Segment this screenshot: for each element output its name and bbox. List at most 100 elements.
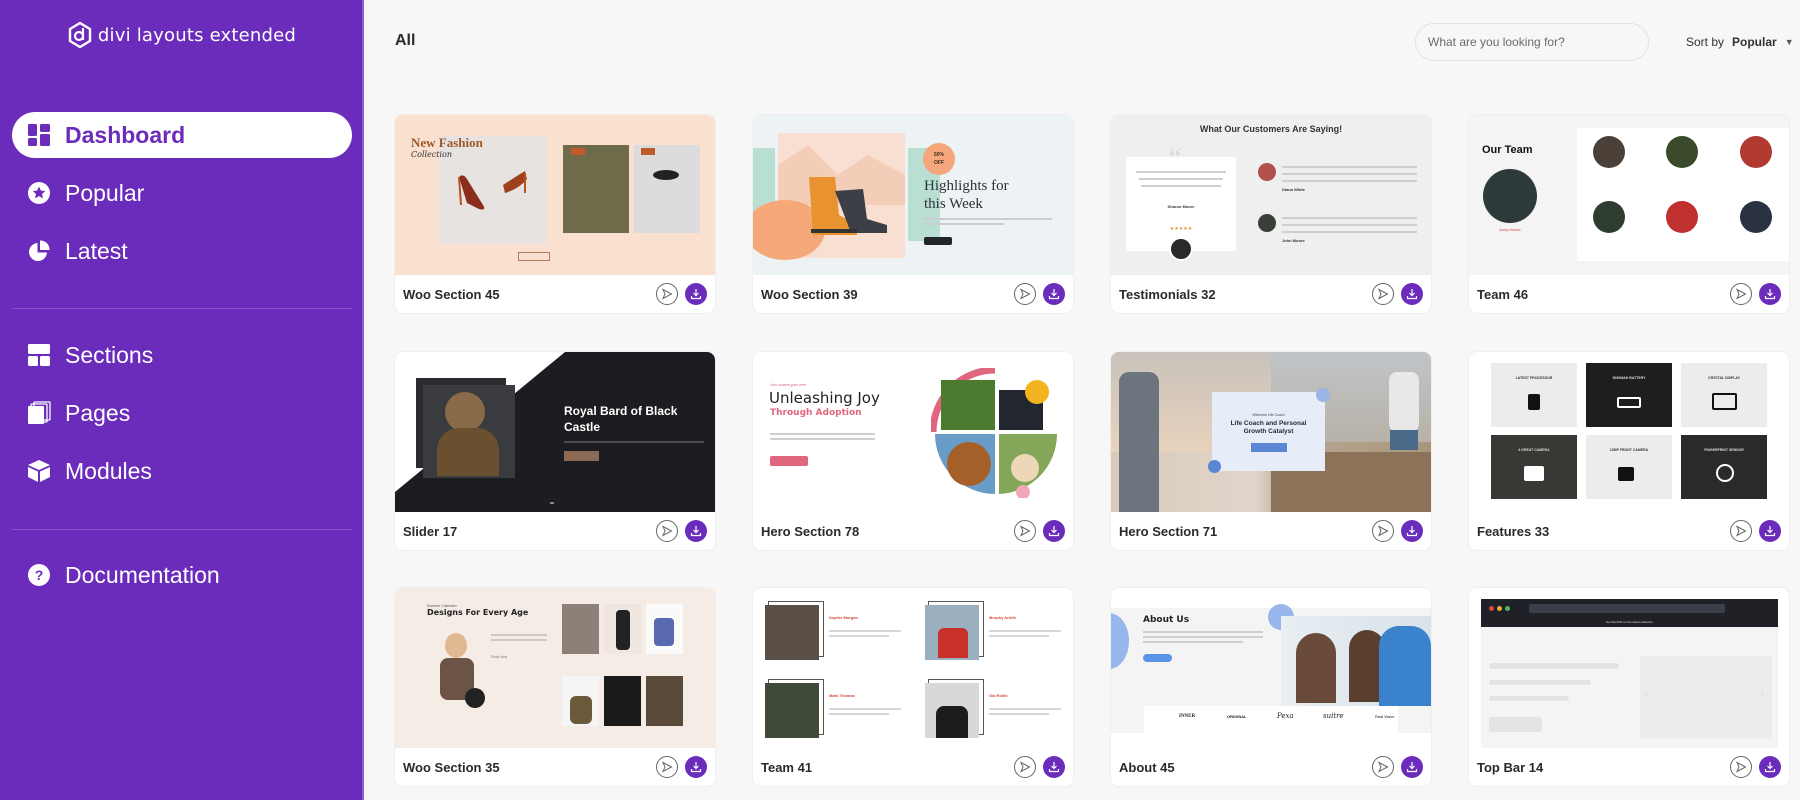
- star-circle-icon: [27, 181, 51, 205]
- download-button[interactable]: [1759, 283, 1781, 305]
- sidebar-item-latest[interactable]: Latest: [12, 228, 352, 274]
- partner-logo: Pexa: [1277, 712, 1294, 720]
- preview-button[interactable]: [1372, 520, 1394, 542]
- search-input[interactable]: [1415, 23, 1649, 61]
- card-title: Features 33: [1477, 523, 1550, 539]
- preview-button[interactable]: [1372, 756, 1394, 778]
- card-thumbnail[interactable]: Get flat 20% on the latest collection ‹ …: [1469, 588, 1789, 748]
- thumb-heading: Designs For Every Age: [427, 608, 529, 617]
- download-button[interactable]: [1043, 283, 1065, 305]
- sort-dropdown[interactable]: Sort by Popular ▼: [1686, 35, 1794, 49]
- sidebar-item-sections[interactable]: Sections: [12, 332, 352, 378]
- card-footer: Hero Section 78: [753, 512, 1073, 550]
- thumb-person-name: Gia Rollin: [989, 693, 1008, 698]
- question-circle-icon: ?: [27, 563, 51, 587]
- thumb-person-name: Sharon Moore: [1167, 204, 1195, 209]
- sidebar: divi layouts extended Dashboard Popular …: [0, 0, 364, 800]
- download-button[interactable]: [1401, 520, 1423, 542]
- preview-button[interactable]: [1014, 520, 1036, 542]
- layout-card[interactable]: New Fashion Collection Woo Section 45: [395, 115, 715, 313]
- card-thumbnail[interactable]: Welcome Life Coach Life Coach and Person…: [1111, 352, 1431, 512]
- layout-card[interactable]: Our Team Andy Moore Team 46: [1469, 115, 1789, 313]
- card-thumbnail[interactable]: Sophie Morgan Murphy Arleth Mark Thomas …: [753, 588, 1073, 748]
- download-button[interactable]: [1759, 520, 1781, 542]
- battery-icon: [1617, 397, 1641, 408]
- layout-card[interactable]: About Us INNER ORIGINAL Pexa suitre Real…: [1111, 588, 1431, 786]
- preview-button[interactable]: [1730, 283, 1752, 305]
- layout-card[interactable]: Royal Bard of Black Castle Slider 17: [395, 352, 715, 550]
- sidebar-item-popular[interactable]: Popular: [12, 170, 352, 216]
- processor-icon: [1528, 394, 1540, 410]
- card-footer: Team 41: [753, 748, 1073, 786]
- card-thumbnail[interactable]: Your content goes here Unleashing Joy Th…: [753, 352, 1073, 512]
- thumb-subheading: Collection: [411, 150, 453, 159]
- preview-icon: [1735, 525, 1747, 537]
- card-thumbnail[interactable]: New Fashion Collection: [395, 115, 715, 275]
- download-button[interactable]: [1043, 520, 1065, 542]
- sidebar-item-modules[interactable]: Modules: [12, 448, 352, 494]
- card-thumbnail[interactable]: Our Team Andy Moore: [1469, 115, 1789, 275]
- preview-button[interactable]: [1372, 283, 1394, 305]
- download-button[interactable]: [685, 520, 707, 542]
- download-button[interactable]: [1401, 756, 1423, 778]
- preview-button[interactable]: [656, 520, 678, 542]
- sidebar-item-pages[interactable]: Pages: [12, 390, 352, 436]
- thumb-badge-sub: OFF: [934, 160, 944, 166]
- card-title: Hero Section 71: [1119, 523, 1218, 539]
- feature-label: LATEST PROCESSOR: [1515, 376, 1553, 380]
- sidebar-divider: [12, 529, 352, 530]
- primary-nav: Dashboard Popular Latest: [12, 112, 352, 286]
- sidebar-item-dashboard[interactable]: Dashboard: [12, 112, 352, 158]
- card-thumbnail[interactable]: LATEST PROCESSOR 5000MAH BATTERY CRYSTAL…: [1469, 352, 1789, 512]
- thumb-heading: Our Team: [1482, 144, 1533, 156]
- download-button[interactable]: [685, 283, 707, 305]
- thumb-heading: this Week: [924, 196, 983, 212]
- download-icon: [1764, 289, 1776, 300]
- layout-card[interactable]: Your content goes here Unleashing Joy Th…: [753, 352, 1073, 550]
- card-thumbnail[interactable]: What Our Customers Are Saying! “ Sharon …: [1111, 115, 1431, 275]
- preview-button[interactable]: [656, 283, 678, 305]
- card-thumbnail[interactable]: About Us INNER ORIGINAL Pexa suitre Real…: [1111, 588, 1431, 748]
- card-title: Team 46: [1477, 286, 1529, 302]
- thumb-person-name: John Moore: [1282, 238, 1305, 243]
- card-thumbnail[interactable]: 50% OFF Highlights for this Week: [753, 115, 1073, 275]
- content-nav: Sections Pages Modules: [12, 332, 352, 506]
- divi-logo-icon: [68, 22, 92, 48]
- preview-button[interactable]: [656, 756, 678, 778]
- download-icon: [1764, 526, 1776, 537]
- page-title: All: [395, 32, 416, 49]
- thumb-heading: About Us: [1143, 615, 1190, 625]
- layout-card[interactable]: Sophie Morgan Murphy Arleth Mark Thomas …: [753, 588, 1073, 786]
- download-button[interactable]: [1401, 283, 1423, 305]
- layout-card[interactable]: Get flat 20% on the latest collection ‹ …: [1469, 588, 1789, 786]
- layout-card[interactable]: Summer Collection Designs For Every Age …: [395, 588, 715, 786]
- layout-card[interactable]: What Our Customers Are Saying! “ Sharon …: [1111, 115, 1431, 313]
- pie-chart-icon: [27, 239, 51, 263]
- preview-button[interactable]: [1014, 756, 1036, 778]
- layout-card[interactable]: LATEST PROCESSOR 5000MAH BATTERY CRYSTAL…: [1469, 352, 1789, 550]
- sidebar-item-documentation[interactable]: ? Documentation: [12, 552, 352, 598]
- preview-button[interactable]: [1730, 520, 1752, 542]
- card-title: Woo Section 39: [761, 286, 858, 302]
- download-button[interactable]: [1043, 756, 1065, 778]
- logo[interactable]: divi layouts extended: [0, 22, 364, 48]
- download-button[interactable]: [685, 756, 707, 778]
- download-button[interactable]: [1759, 756, 1781, 778]
- card-title: Testimonials 32: [1119, 286, 1216, 302]
- card-footer: Woo Section 35: [395, 748, 715, 786]
- thumb-person-name: Andy Moore: [1499, 227, 1521, 232]
- card-thumbnail[interactable]: Summer Collection Designs For Every Age …: [395, 588, 715, 748]
- preview-icon: [1377, 525, 1389, 537]
- preview-button[interactable]: [1730, 756, 1752, 778]
- thumb-heading: Royal Bard of Black: [564, 404, 678, 418]
- layout-card[interactable]: 50% OFF Highlights for this Week Woo Sec…: [753, 115, 1073, 313]
- layout-card[interactable]: Welcome Life Coach Life Coach and Person…: [1111, 352, 1431, 550]
- preview-button[interactable]: [1014, 283, 1036, 305]
- thumb-eyebrow: Welcome Life Coach: [1252, 413, 1285, 417]
- card-title: Slider 17: [403, 523, 458, 539]
- download-icon: [1048, 526, 1060, 537]
- download-icon: [1406, 762, 1418, 773]
- download-icon: [690, 289, 702, 300]
- caret-down-icon: ▼: [1784, 37, 1794, 47]
- card-thumbnail[interactable]: Royal Bard of Black Castle: [395, 352, 715, 512]
